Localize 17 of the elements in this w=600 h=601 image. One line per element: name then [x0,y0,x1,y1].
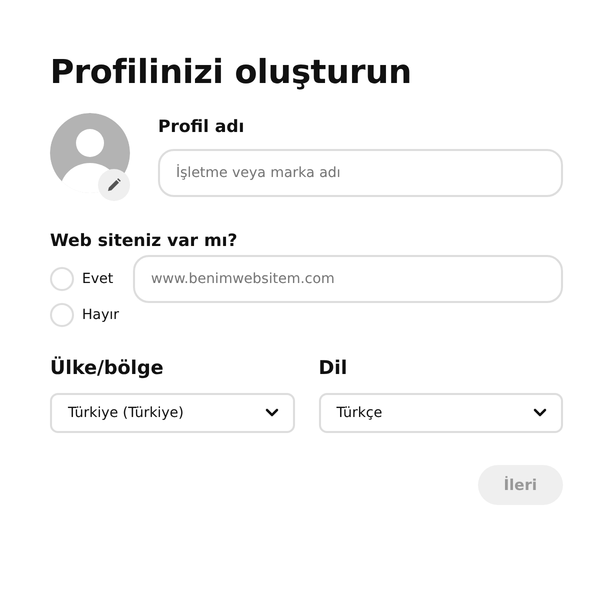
radio-button[interactable] [50,303,74,327]
radio-button[interactable] [50,267,74,291]
chevron-down-icon [533,408,547,418]
dropdown[interactable]: Türkçe [318,393,563,433]
radio-label: Hayır [82,307,120,323]
field-label: Web siteniz var mı? [50,231,238,251]
radio-label: Evet [82,271,114,287]
edit-avatar-button[interactable] [98,169,130,201]
website-field[interactable]: www.benimwebsitem.com [133,255,563,303]
profile-name-field[interactable]: İşletme veya marka adı [158,149,563,197]
field-label: Profil adı [158,117,246,137]
field-label: Dil [318,357,348,379]
page-title: Profilinizi oluşturun [50,52,413,91]
chevron-down-icon [264,408,278,418]
field-label: Ülke/bölge [50,357,165,379]
pencil-icon [107,178,121,192]
dropdown[interactable]: Türkiye (Türkiye) [50,393,294,433]
